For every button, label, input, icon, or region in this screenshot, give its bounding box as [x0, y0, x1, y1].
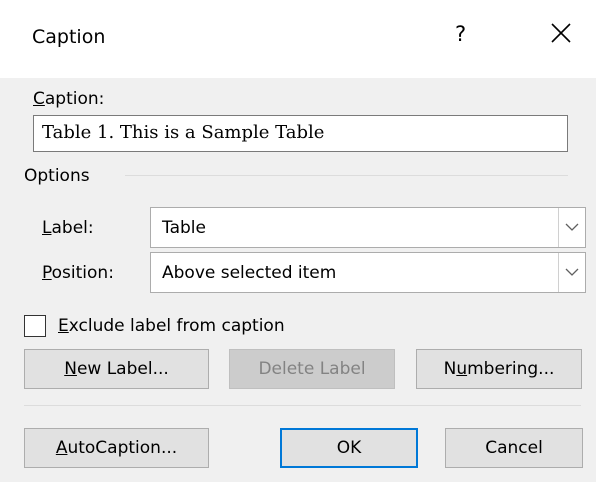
options-group-label: Options [24, 166, 90, 186]
label-field-label: Label: [42, 218, 94, 238]
caption-input[interactable]: Table 1. This is a Sample Table [33, 115, 568, 152]
cancel-button[interactable]: Cancel [445, 428, 583, 468]
chevron-down-icon[interactable] [558, 208, 585, 247]
ok-button[interactable]: OK [280, 428, 418, 468]
autocaption-button[interactable]: AutoCaption... [24, 428, 209, 468]
position-field-label: Position: [42, 263, 114, 283]
chevron-down-icon[interactable] [558, 253, 585, 292]
dialog-title: Caption [32, 26, 106, 48]
position-select-value: Above selected item [162, 263, 337, 283]
label-select[interactable]: Table [150, 207, 586, 248]
exclude-label-checkbox[interactable] [24, 315, 46, 337]
exclude-label-text[interactable]: Exclude label from caption [58, 316, 285, 336]
help-button[interactable]: ? [455, 22, 466, 46]
button-row-separator [24, 405, 581, 406]
dialog-titlebar: Caption ? [0, 0, 596, 78]
caption-label: Caption: [33, 89, 105, 109]
options-group-divider [125, 175, 568, 176]
new-label-button[interactable]: New Label... [24, 349, 209, 389]
label-select-value: Table [162, 218, 206, 238]
position-select[interactable]: Above selected item [150, 252, 586, 293]
delete-label-button[interactable]: Delete Label [229, 349, 395, 389]
close-icon[interactable] [548, 18, 574, 48]
numbering-button[interactable]: Nu mbering... [416, 349, 582, 389]
